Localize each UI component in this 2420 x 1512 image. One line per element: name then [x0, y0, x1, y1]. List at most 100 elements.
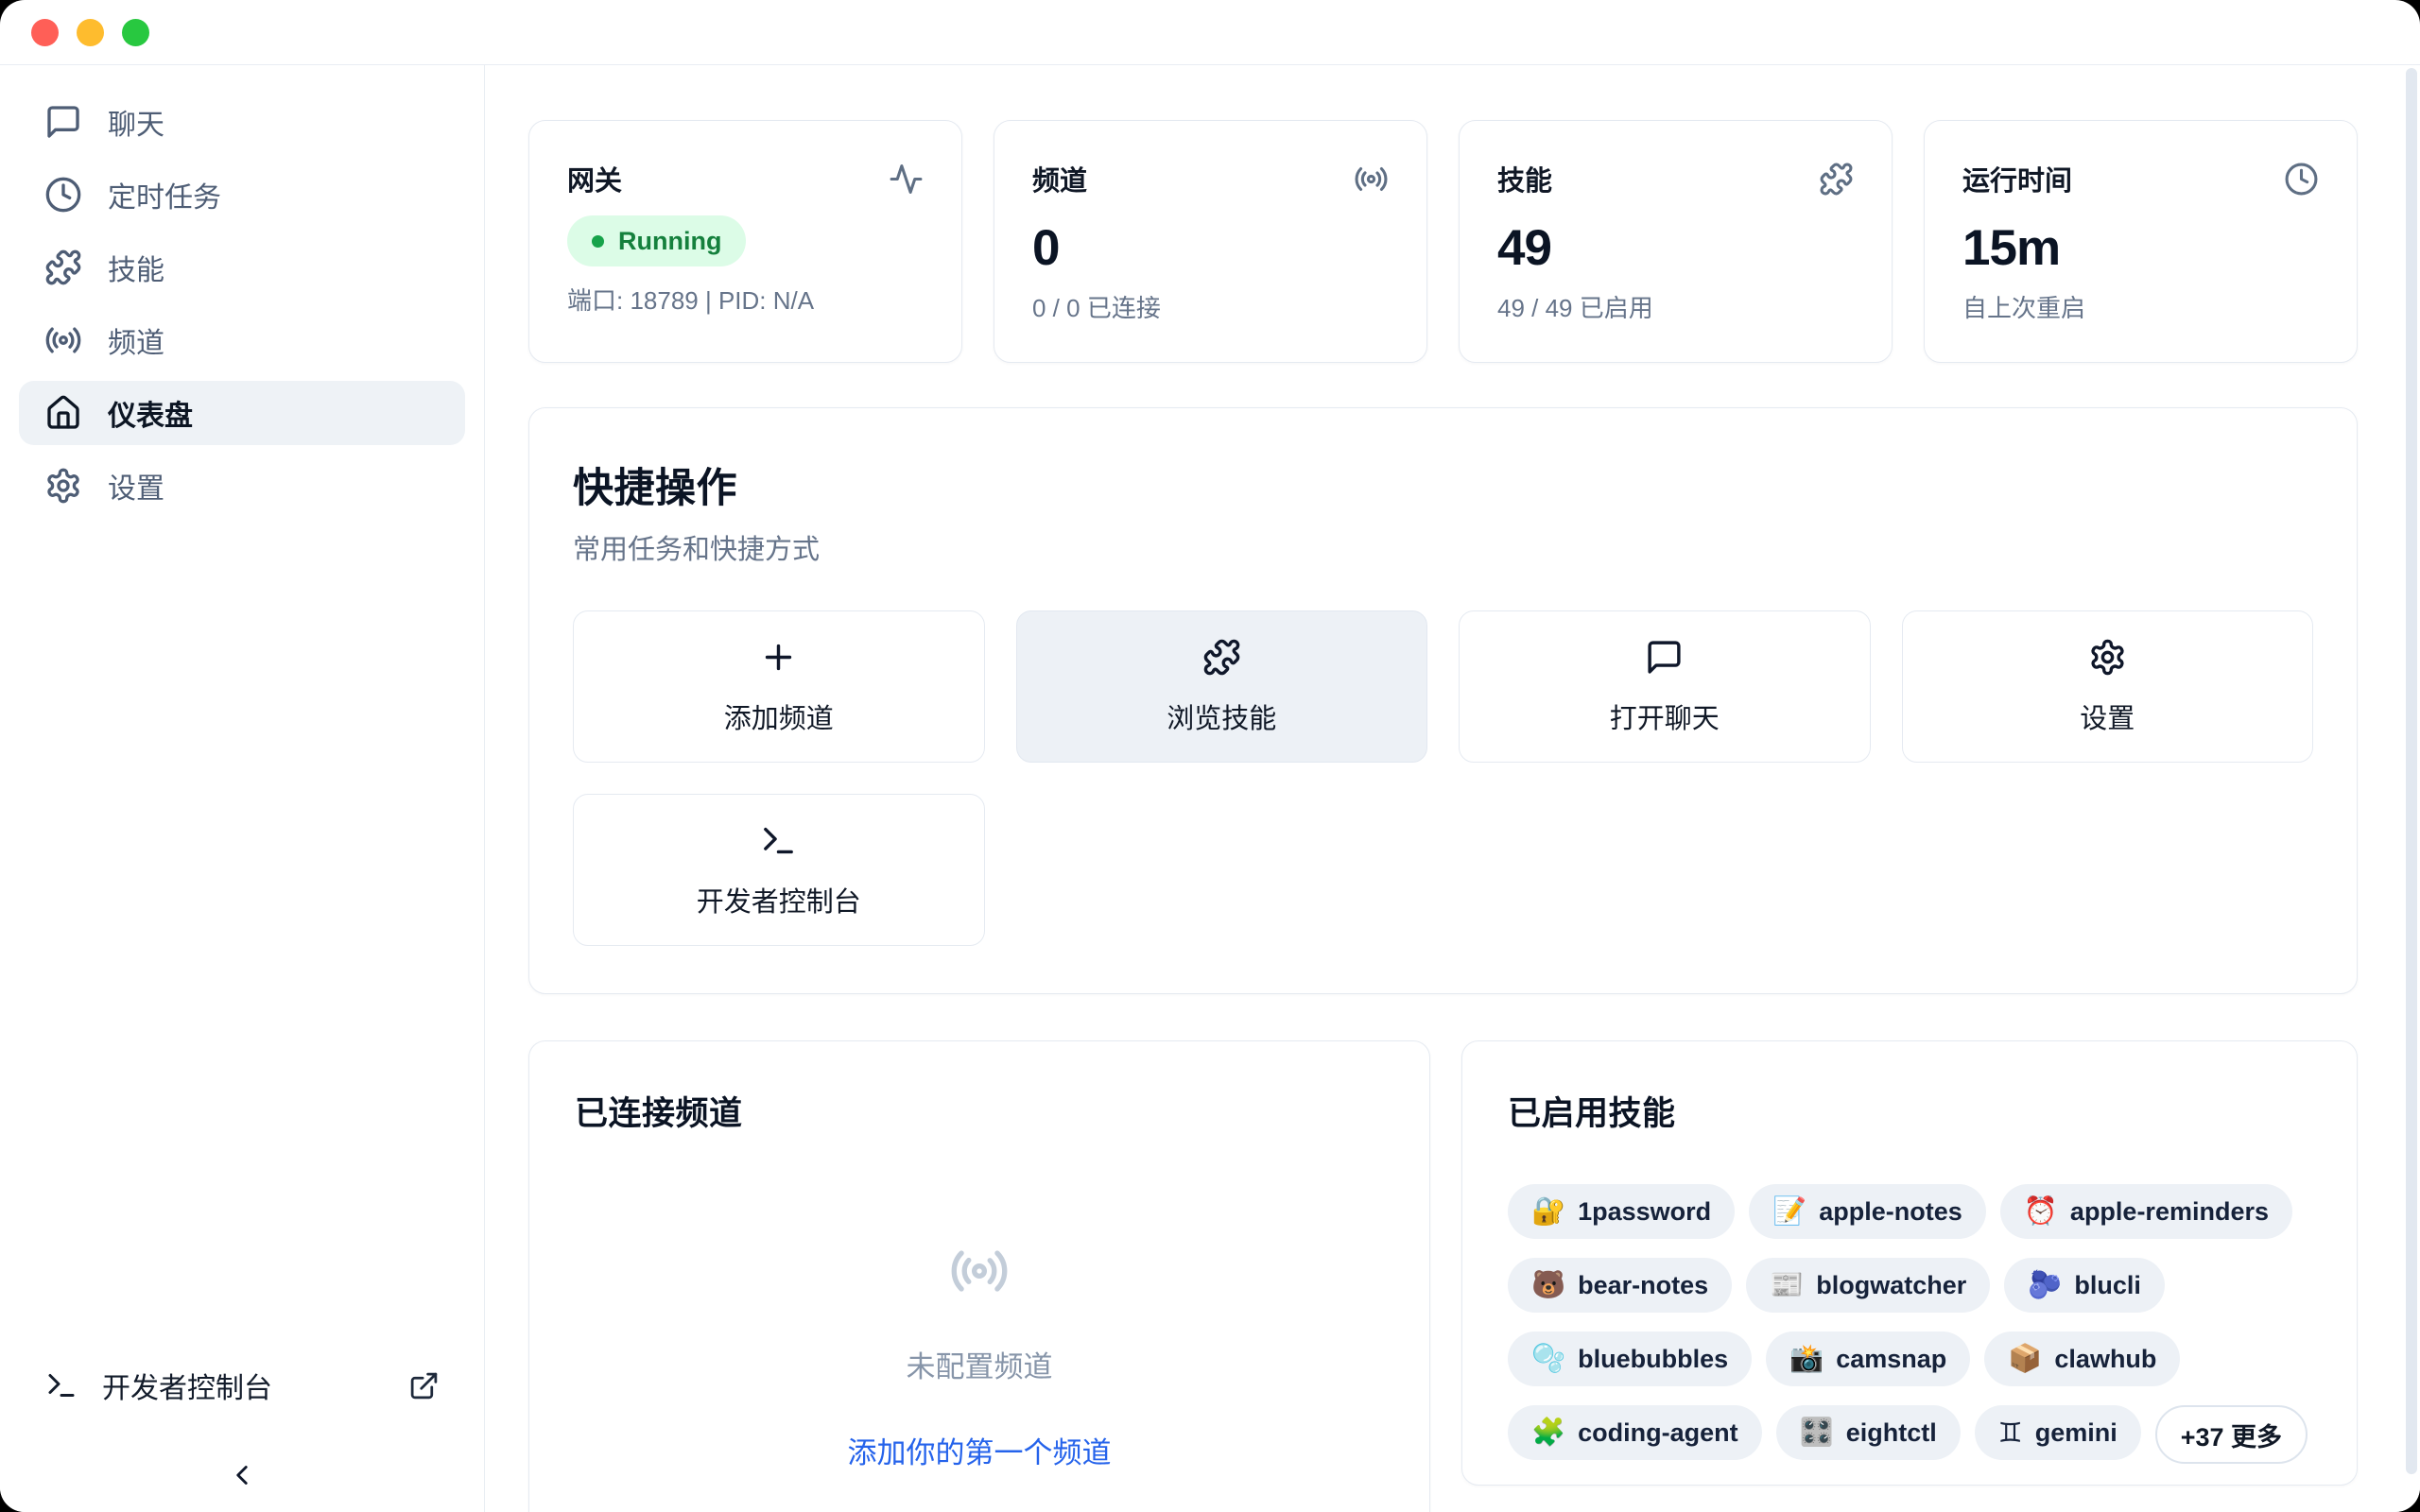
skill-name: camsnap — [1836, 1345, 1946, 1374]
newspaper-emoji-icon: 📰 — [1770, 1269, 1804, 1301]
clock-icon — [2284, 162, 2319, 197]
stat-subtext: 端口: 18789 | PID: N/A — [567, 282, 924, 317]
quick-action-label: 添加频道 — [724, 696, 834, 736]
vertical-scrollbar[interactable] — [2406, 68, 2417, 1474]
sidebar-item-dashboard[interactable]: 仪表盘 — [19, 381, 465, 445]
skill-badge-blucli: 🫐blucli — [2004, 1258, 2165, 1313]
skill-name: 1password — [1578, 1197, 1711, 1227]
quick-action-label: 打开聊天 — [1610, 696, 1720, 736]
skill-badge-apple-notes: 📝 apple-notes — [1749, 1184, 1986, 1239]
minimize-button[interactable] — [77, 19, 104, 46]
skills-badge-list: 🔐 1password 📝 apple-notes ⏰apple-reminders… — [1508, 1184, 2311, 1464]
bottom-row: 已连接频道 未配置频道 添加你的第一个频道 已启用技能 🔐 1password 📝… — [528, 1040, 2358, 1512]
skill-badge-clawhub: 📦clawhub — [1984, 1332, 2180, 1386]
bubbles-emoji-icon: 🫧 — [1531, 1343, 1565, 1375]
stat-card-channels: 频道 0 0 / 0 已连接 — [994, 120, 1427, 363]
quick-actions-grid: 添加频道 浏览技能 打开聊天 设置 — [573, 610, 2313, 763]
skill-badge-bluebubbles: 🫧 bluebubbles — [1508, 1332, 1752, 1386]
skill-badge-apple-reminders: ⏰apple-reminders — [2000, 1184, 2292, 1239]
sidebar-item-label: 设置 — [108, 465, 164, 507]
lock-key-emoji-icon: 🔐 — [1531, 1195, 1565, 1228]
sidebar-item-settings[interactable]: 设置 — [19, 454, 465, 518]
skill-badge-1password: 🔐 1password — [1508, 1184, 1735, 1239]
browse-skills-button[interactable]: 浏览技能 — [1016, 610, 1428, 763]
sidebar-item-skills[interactable]: 技能 — [19, 235, 465, 300]
skill-name: coding-agent — [1578, 1418, 1738, 1448]
stat-subtext: 49 / 49 已启用 — [1497, 289, 1854, 324]
add-channel-button[interactable]: 添加频道 — [573, 610, 985, 763]
puzzle-emoji-icon: 🧩 — [1531, 1417, 1565, 1449]
sidebar-nav: 聊天 定时任务 技能 频道 仪表盘 — [19, 90, 465, 526]
stat-value: 49 — [1497, 221, 1854, 276]
home-icon — [44, 394, 82, 432]
sidebar-item-channels[interactable]: 频道 — [19, 308, 465, 372]
window-controls — [31, 19, 149, 46]
stat-card-gateway: 网关 Running 端口: 18789 | PID: N/A — [528, 120, 962, 363]
quick-actions-grid-row2: 开发者控制台 — [573, 794, 2313, 946]
stats-row: 网关 Running 端口: 18789 | PID: N/A 频道 0 — [528, 120, 2358, 363]
gear-icon — [2088, 638, 2127, 677]
clock-icon — [44, 176, 82, 214]
skill-badge-bear-notes: 🐻bear-notes — [1508, 1258, 1732, 1313]
green-dot-icon — [592, 235, 604, 248]
close-button[interactable] — [31, 19, 59, 46]
skill-badge-coding-agent: 🧩 coding-agent — [1508, 1405, 1762, 1460]
activity-icon — [889, 162, 924, 197]
skill-name: bluebubbles — [1578, 1345, 1728, 1374]
titlebar — [0, 0, 2420, 65]
sidebar: 聊天 定时任务 技能 频道 仪表盘 — [0, 65, 485, 1512]
terminal-icon — [759, 821, 798, 860]
quick-actions-title: 快捷操作 — [573, 455, 2313, 514]
message-square-icon — [1645, 638, 1684, 677]
skill-name: apple-notes — [1819, 1197, 1962, 1227]
gear-icon — [44, 467, 82, 505]
package-emoji-icon: 📦 — [2008, 1343, 2042, 1375]
sidebar-item-label: 定时任务 — [108, 174, 221, 215]
quick-actions-subtitle: 常用任务和快捷方式 — [573, 527, 2313, 567]
main-content: 网关 Running 端口: 18789 | PID: N/A 频道 0 — [485, 65, 2420, 1512]
channels-empty-state: 未配置频道 添加你的第一个频道 — [575, 1241, 1384, 1471]
radio-icon — [44, 321, 82, 359]
settings-button[interactable]: 设置 — [1902, 610, 2314, 763]
enabled-skills-card: 已启用技能 🔐 1password 📝 apple-notes ⏰apple-rem… — [1461, 1040, 2358, 1486]
radio-icon — [949, 1241, 1010, 1301]
dev-console-button[interactable]: 开发者控制台 — [573, 794, 985, 946]
zoom-button[interactable] — [122, 19, 149, 46]
stat-value: 15m — [1962, 221, 2319, 276]
stat-card-skills: 技能 49 49 / 49 已启用 — [1459, 120, 1893, 363]
dev-console-row[interactable]: 开发者控制台 — [19, 1355, 465, 1416]
chevron-left-icon[interactable] — [226, 1459, 258, 1491]
dev-console-label: 开发者控制台 — [102, 1365, 272, 1406]
skill-name: gemini — [2035, 1418, 2118, 1448]
enabled-skills-title: 已启用技能 — [1508, 1087, 2311, 1135]
more-skills-badge[interactable]: +37 更多 — [2155, 1405, 2308, 1464]
puzzle-icon — [44, 249, 82, 286]
skill-badge-eightctl: 🎛️eightctl — [1776, 1405, 1961, 1460]
add-first-channel-link[interactable]: 添加你的第一个频道 — [848, 1429, 1112, 1471]
sidebar-item-label: 频道 — [108, 319, 164, 361]
external-link-icon[interactable] — [408, 1370, 440, 1401]
stat-subtext: 自上次重启 — [1962, 289, 2319, 324]
sidebar-item-label: 仪表盘 — [108, 392, 193, 434]
sidebar-item-chat[interactable]: 聊天 — [19, 90, 465, 154]
terminal-icon — [44, 1368, 78, 1402]
memo-emoji-icon: 📝 — [1772, 1195, 1806, 1228]
empty-state-text: 未配置频道 — [907, 1343, 1053, 1385]
stat-title: 频道 — [1032, 159, 1087, 198]
status-badge-running: Running — [567, 215, 746, 266]
connected-channels-title: 已连接频道 — [575, 1087, 1384, 1135]
stat-title: 网关 — [567, 159, 622, 198]
plus-icon — [759, 638, 798, 677]
skill-badge-camsnap: 📸camsnap — [1766, 1332, 1970, 1386]
puzzle-icon — [1819, 162, 1854, 197]
status-badge-label: Running — [618, 227, 721, 256]
puzzle-icon — [1202, 638, 1241, 677]
sidebar-item-scheduled-tasks[interactable]: 定时任务 — [19, 163, 465, 227]
radio-icon — [1354, 162, 1389, 197]
stat-subtext: 0 / 0 已连接 — [1032, 289, 1389, 324]
open-chat-button[interactable]: 打开聊天 — [1459, 610, 1871, 763]
stat-value: 0 — [1032, 221, 1389, 276]
quick-action-label: 浏览技能 — [1167, 696, 1276, 736]
alarm-clock-emoji-icon: ⏰ — [2024, 1195, 2058, 1228]
skill-name: blucli — [2074, 1271, 2141, 1300]
